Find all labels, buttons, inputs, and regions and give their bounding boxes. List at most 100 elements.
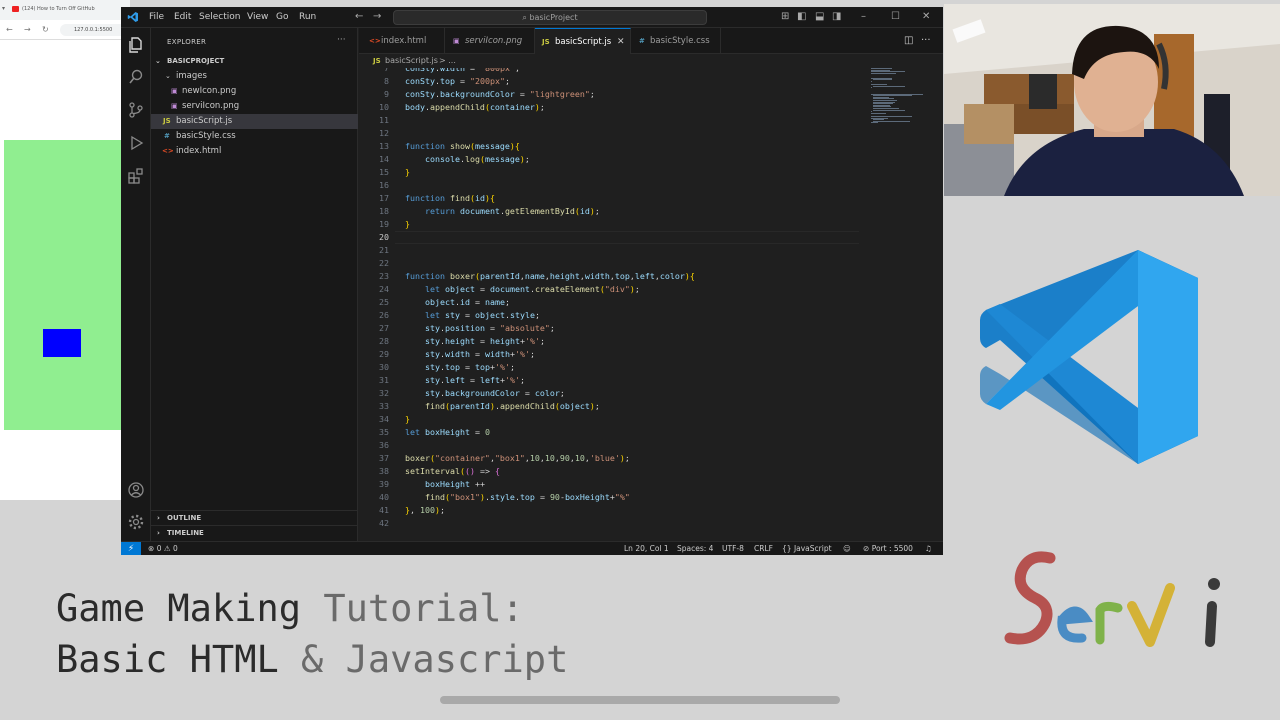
explorer-icon[interactable]: [127, 36, 145, 54]
code-line[interactable]: let sty = object.style;: [405, 309, 540, 322]
code-line[interactable]: sty.top = top+'%';: [405, 361, 515, 374]
code-line[interactable]: boxer("container","box1",10,10,90,10,'bl…: [405, 452, 630, 465]
tree-folder-images[interactable]: ⌄ images: [151, 69, 358, 84]
toggle-secondary-sidebar-icon[interactable]: ◨: [832, 11, 841, 23]
tab-basic-style[interactable]: # basicStyle.css: [631, 28, 721, 54]
line-number: 22: [379, 258, 389, 268]
more-actions-icon[interactable]: ···: [921, 28, 935, 54]
code-line[interactable]: function show(message){: [405, 140, 520, 153]
code-line[interactable]: let boxHeight = 0: [405, 426, 490, 439]
code-line[interactable]: find(parentId).appendChild(object);: [405, 400, 600, 413]
code-line[interactable]: }, 100);: [405, 504, 445, 517]
code-line[interactable]: }: [405, 413, 410, 426]
menu-file[interactable]: File: [149, 12, 164, 22]
address-bar[interactable]: 127.0.0.1:5500: [60, 24, 130, 36]
home-indicator[interactable]: [440, 696, 840, 704]
close-tab-icon[interactable]: ✕: [617, 29, 625, 55]
code-line[interactable]: body.appendChild(container);: [405, 101, 545, 114]
code-line[interactable]: conSty.top = "200px";: [405, 75, 510, 88]
title-line-1-main: Game Making: [56, 587, 302, 630]
menu-view[interactable]: View: [247, 12, 268, 22]
line-number: 32: [379, 388, 389, 398]
command-center[interactable]: ⌕ basicProject: [393, 10, 707, 25]
toggle-sidebar-icon[interactable]: ◧: [797, 11, 806, 23]
menu-selection[interactable]: Selection: [199, 12, 240, 22]
notifications-bell-icon[interactable]: ♫: [925, 542, 932, 555]
more-actions-icon[interactable]: ···: [337, 35, 346, 45]
live-server-status[interactable]: ⊘ Port : 5500: [863, 542, 913, 555]
code-line[interactable]: return document.getElementById(id);: [405, 205, 600, 218]
line-number: 14: [379, 154, 389, 164]
manage-gear-icon[interactable]: [127, 513, 145, 531]
image-file-icon: ▣: [453, 37, 460, 45]
minimap[interactable]: [871, 68, 931, 148]
tree-file[interactable]: ▣ serviIcon.png: [151, 99, 358, 114]
code-editor[interactable]: 7 conSty.width = "800px"; 8 conSty.top = "2…: [359, 68, 859, 541]
run-debug-icon[interactable]: [127, 134, 145, 152]
eol-status[interactable]: CRLF: [754, 542, 773, 555]
copilot-icon[interactable]: ☺: [843, 542, 851, 555]
close-window-icon[interactable]: ✕: [922, 11, 930, 23]
maximize-icon[interactable]: ☐: [891, 11, 900, 23]
tab-dropdown-icon[interactable]: ▾: [2, 5, 5, 12]
line-number: 13: [379, 141, 389, 151]
search-icon[interactable]: [127, 68, 145, 86]
code-line[interactable]: conSty.width = "800px";: [405, 68, 520, 75]
extensions-icon[interactable]: [127, 167, 145, 185]
code-line[interactable]: sty.position = "absolute";: [405, 322, 555, 335]
code-line[interactable]: object.id = name;: [405, 296, 510, 309]
title-bar: File Edit Selection View Go Run ← → ⌕ ba…: [121, 7, 943, 28]
minimap-line: [873, 109, 905, 111]
forward-icon[interactable]: →: [24, 25, 31, 34]
problems-status[interactable]: ⊗ 0 ⚠ 0: [148, 542, 178, 555]
tree-file[interactable]: <> index.html: [151, 144, 358, 159]
language-mode[interactable]: {} JavaScript: [782, 542, 832, 555]
line-number: 15: [379, 167, 389, 177]
code-line[interactable]: boxHeight ++: [405, 478, 485, 491]
project-folder[interactable]: ⌄ BASICPROJECT: [151, 54, 358, 69]
nav-forward-icon[interactable]: →: [373, 11, 381, 23]
code-line[interactable]: sty.height = height+'%';: [405, 335, 545, 348]
code-line[interactable]: conSty.backgroundColor = "lightgreen";: [405, 88, 595, 101]
cursor-position[interactable]: Ln 20, Col 1: [624, 542, 669, 555]
back-icon[interactable]: ←: [6, 25, 13, 34]
code-line[interactable]: function boxer(parentId,name,height,widt…: [405, 270, 695, 283]
code-line[interactable]: let object = document.createElement("div…: [405, 283, 640, 296]
encoding-status[interactable]: UTF-8: [722, 542, 744, 555]
code-line[interactable]: }: [405, 218, 410, 231]
line-number: 34: [379, 414, 389, 424]
tab-servi-icon[interactable]: ▣ serviIcon.png: [445, 28, 535, 54]
code-line[interactable]: console.log(message);: [405, 153, 530, 166]
code-line[interactable]: find("box1").style.top = 90-boxHeight+"%…: [405, 491, 630, 504]
minimize-icon[interactable]: –: [861, 11, 866, 23]
toggle-panel-icon[interactable]: ⬓: [815, 11, 824, 23]
menu-run[interactable]: Run: [299, 12, 316, 22]
tab-index-html[interactable]: <> index.html: [359, 28, 445, 54]
reload-icon[interactable]: ↻: [42, 25, 49, 34]
menu-edit[interactable]: Edit: [174, 12, 191, 22]
outline-panel[interactable]: › OUTLINE: [151, 510, 358, 525]
code-line[interactable]: function find(id){: [405, 192, 495, 205]
timeline-panel[interactable]: › TIMELINE: [151, 525, 358, 540]
code-line[interactable]: sty.backgroundColor = color;: [405, 387, 565, 400]
nav-back-icon[interactable]: ←: [355, 11, 363, 23]
line-number: 23: [379, 271, 389, 281]
tree-file[interactable]: ▣ newIcon.png: [151, 84, 358, 99]
tree-file[interactable]: # basicStyle.css: [151, 129, 358, 144]
status-bar: ⚡ ⊗ 0 ⚠ 0 Ln 20, Col 1 Spaces: 4 UTF-8 C…: [121, 541, 943, 555]
tree-file-selected[interactable]: JS basicScript.js: [151, 114, 358, 129]
source-control-icon[interactable]: [127, 101, 145, 119]
menu-go[interactable]: Go: [276, 12, 288, 22]
browser-tab[interactable]: ▾ (124) How to Turn Off GitHub: [0, 0, 130, 20]
breadcrumb[interactable]: JS basicScript.js > ...: [359, 54, 943, 68]
remote-indicator-icon[interactable]: ⚡: [121, 542, 141, 555]
code-line[interactable]: setInterval(() => {: [405, 465, 500, 478]
tab-basic-script[interactable]: JS basicScript.js ✕: [535, 28, 631, 54]
accounts-icon[interactable]: [127, 481, 145, 499]
customize-layout-icon[interactable]: ⊞: [781, 11, 789, 23]
split-editor-icon[interactable]: ◫: [904, 28, 918, 54]
code-line[interactable]: sty.width = width+'%';: [405, 348, 535, 361]
indentation-status[interactable]: Spaces: 4: [677, 542, 713, 555]
code-line[interactable]: }: [405, 166, 410, 179]
code-line[interactable]: sty.left = left+'%';: [405, 374, 525, 387]
